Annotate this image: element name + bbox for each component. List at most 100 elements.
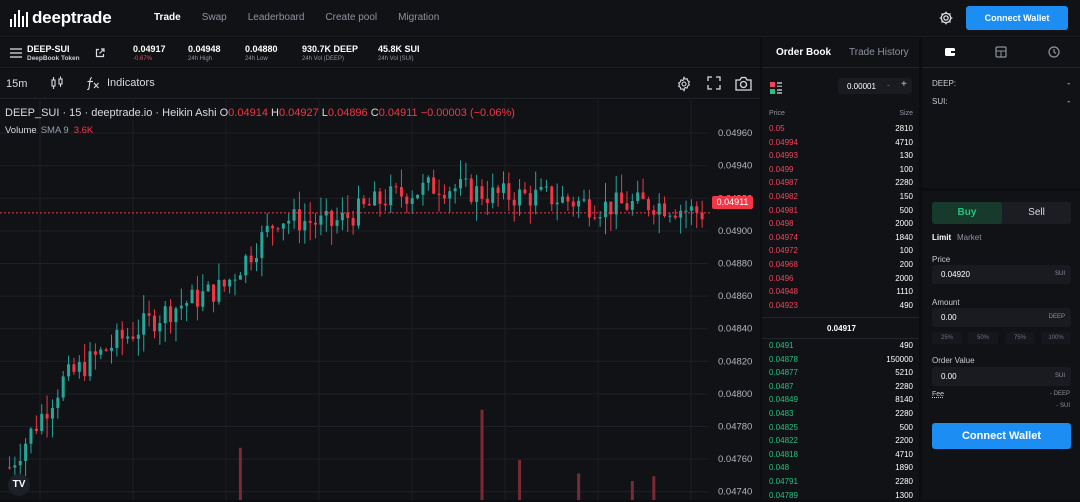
bid-row[interactable]: 0.04825 500	[762, 421, 919, 435]
candle-body	[276, 228, 280, 230]
tradingview-logo-icon[interactable]: TV	[8, 474, 30, 496]
bid-row[interactable]: 0.0483 2280	[762, 407, 919, 421]
candle-body	[501, 183, 505, 193]
bid-size: 1300	[895, 490, 913, 500]
order-value-input[interactable]: 0.00 SUI	[932, 367, 1071, 386]
ask-row[interactable]: 0.04948 1110	[762, 285, 919, 299]
ask-size: 2810	[895, 124, 913, 133]
ask-row[interactable]: 0.04993 130	[762, 149, 919, 163]
y-tick-label: 0.04780	[718, 422, 752, 433]
tab-order-book[interactable]: Order Book	[776, 47, 831, 58]
nav-trade[interactable]: Trade	[154, 12, 181, 23]
menu-icon[interactable]	[10, 48, 22, 58]
book-view-toggle-icon[interactable]	[770, 82, 782, 94]
mid-price: 0.04917	[762, 317, 919, 339]
chart-toolbar: 15m Indicators	[0, 69, 760, 99]
candlestick-type-icon[interactable]	[50, 76, 64, 90]
nav-swap[interactable]: Swap	[202, 12, 227, 23]
fullscreen-icon[interactable]	[707, 76, 721, 90]
app-logo[interactable]: deeptrade	[10, 8, 112, 28]
ask-row[interactable]: 0.04987 2280	[762, 176, 919, 190]
limit-order-tab[interactable]: Limit	[932, 233, 951, 242]
timeframe-selector[interactable]: 15m	[6, 78, 27, 90]
indicators-fx-icon[interactable]	[86, 76, 100, 90]
ask-row[interactable]: 0.04923 490	[762, 299, 919, 313]
grid-layout-icon[interactable]	[995, 46, 1007, 58]
percent-50-button[interactable]: 50%	[968, 332, 998, 344]
bid-row[interactable]: 0.04849 8140	[762, 393, 919, 407]
bid-row[interactable]: 0.04818 4710	[762, 448, 919, 462]
ask-row[interactable]: 0.0498 2000	[762, 217, 919, 231]
ask-row[interactable]: 0.04982 150	[762, 190, 919, 204]
candle-body	[45, 413, 49, 419]
bid-row[interactable]: 0.04791 2280	[762, 475, 919, 489]
candle-body	[389, 186, 393, 206]
ask-row[interactable]: 0.0496 2000	[762, 272, 919, 286]
bid-row[interactable]: 0.0491 490	[762, 339, 919, 353]
pair-selector[interactable]: DEEP-SUI DeepBook Token	[27, 44, 80, 62]
indicators-button[interactable]: Indicators	[107, 77, 155, 89]
candle-body	[104, 349, 108, 351]
candle-body	[614, 192, 618, 215]
pair-name: DEEP-SUI	[27, 44, 70, 54]
candle-body	[480, 186, 484, 199]
connect-wallet-button[interactable]: Connect Wallet	[966, 6, 1068, 30]
chart-settings-icon[interactable]	[676, 76, 692, 92]
bid-size: 2280	[895, 477, 913, 486]
candle-body	[271, 225, 275, 229]
price-step-value: 0.00001	[847, 82, 876, 91]
price-input[interactable]: 0.04920 SUI	[932, 265, 1071, 284]
ask-row[interactable]: 0.04974 1840	[762, 231, 919, 245]
external-link-icon[interactable]	[95, 48, 105, 58]
percent-25-button[interactable]: 25%	[932, 332, 962, 344]
volume-deep-stat: 930.7K DEEP 24h Vol (DEEP)	[302, 44, 359, 62]
amount-unit: DEEP	[1048, 314, 1065, 320]
settings-gear-icon[interactable]	[938, 10, 954, 26]
bid-row[interactable]: 0.0487 2280	[762, 380, 919, 394]
bid-row[interactable]: 0.04822 2200	[762, 434, 919, 448]
ask-price: 0.04982	[769, 192, 798, 201]
percent-75-button[interactable]: 75%	[1005, 332, 1035, 344]
bid-size: 8140	[895, 395, 913, 405]
ask-size: 500	[899, 205, 913, 215]
step-increase-button[interactable]: +	[901, 79, 907, 90]
price-chart[interactable]: 0.049600.049400.049200.049000.048800.048…	[0, 100, 760, 500]
price-change: -0.67%	[133, 56, 153, 62]
bid-row[interactable]: 0.048 1890	[762, 461, 919, 475]
candle-body	[179, 305, 183, 309]
bid-row[interactable]: 0.04878 150000	[762, 353, 919, 367]
ask-row[interactable]: 0.05 2810	[762, 122, 919, 136]
ask-row[interactable]: 0.04968 200	[762, 258, 919, 272]
candle-body	[40, 413, 44, 431]
amount-input[interactable]: 0.00 DEEP	[932, 308, 1071, 327]
step-decrease-button[interactable]: -	[887, 80, 890, 90]
ask-row[interactable]: 0.0499 100	[762, 163, 919, 177]
candle-body	[421, 182, 425, 195]
nav-leaderboard[interactable]: Leaderboard	[248, 12, 305, 23]
screenshot-camera-icon[interactable]	[735, 76, 752, 91]
candle-body	[126, 336, 130, 339]
price-input-value: 0.04920	[941, 270, 970, 279]
high-value: 0.04927	[278, 107, 319, 119]
candle-body	[416, 194, 420, 199]
nav-create-pool[interactable]: Create pool	[325, 12, 377, 23]
nav-migration[interactable]: Migration	[398, 12, 439, 23]
ask-row[interactable]: 0.04994 4710	[762, 136, 919, 150]
ask-row[interactable]: 0.04972 100	[762, 244, 919, 258]
candle-body	[378, 191, 382, 204]
market-order-tab[interactable]: Market	[957, 233, 981, 242]
ask-row[interactable]: 0.04981 500	[762, 204, 919, 218]
ask-price: 0.05	[769, 124, 785, 133]
percent-100-button[interactable]: 100%	[1041, 332, 1071, 344]
wallet-icon[interactable]	[944, 46, 956, 58]
sell-tab[interactable]: Sell	[1002, 202, 1071, 224]
connect-wallet-order-button[interactable]: Connect Wallet	[932, 423, 1071, 449]
price-step-selector[interactable]: 0.00001 - +	[838, 78, 912, 94]
candlestick-plot[interactable]: 0.049600.049400.049200.049000.048800.048…	[0, 100, 760, 500]
history-clock-icon[interactable]	[1048, 46, 1060, 58]
ask-price: 0.0499	[769, 164, 794, 174]
tab-trade-history[interactable]: Trade History	[849, 47, 909, 58]
candle-body	[249, 255, 253, 263]
buy-tab[interactable]: Buy	[932, 202, 1002, 224]
bid-row[interactable]: 0.04877 5210	[762, 366, 919, 380]
